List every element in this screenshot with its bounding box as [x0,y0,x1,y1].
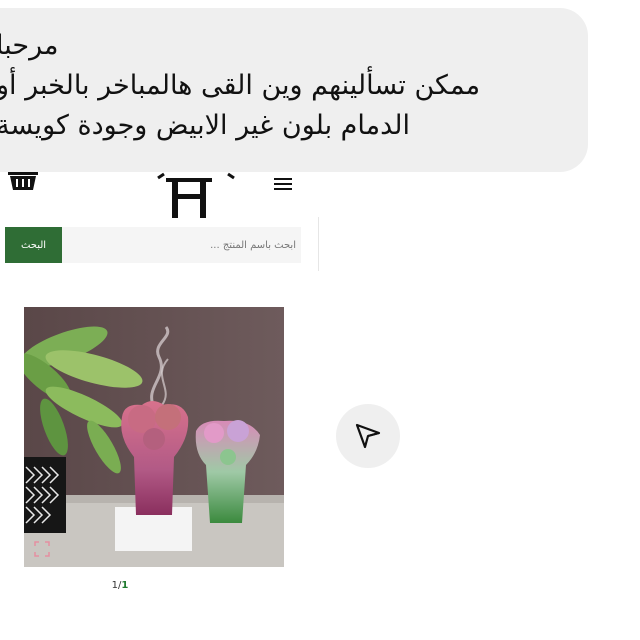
basket-icon[interactable] [8,172,38,192]
pager-current: 1 [121,580,129,591]
message-line: ممكن تسألينهم وين القى هالمباخر بالخبر أ… [0,70,481,101]
search-input[interactable] [66,227,300,263]
send-paper-plane-icon [355,423,381,449]
share-button[interactable] [336,404,400,468]
message-line: الدمام بلون غير الابيض وجودة كويسة [0,110,410,141]
product-image[interactable] [24,307,284,567]
site-logo[interactable] [156,172,236,220]
hamburger-menu-icon[interactable] [272,176,294,192]
message-line: مرحبا [0,30,59,61]
search-button[interactable]: البحث [5,227,62,263]
divider [318,217,319,271]
expand-icon[interactable] [34,541,50,557]
gallery-pager: 1/1 [104,580,136,596]
message-text: مرحبا ممكن تسألينهم وين القى هالمباخر با… [0,26,556,146]
